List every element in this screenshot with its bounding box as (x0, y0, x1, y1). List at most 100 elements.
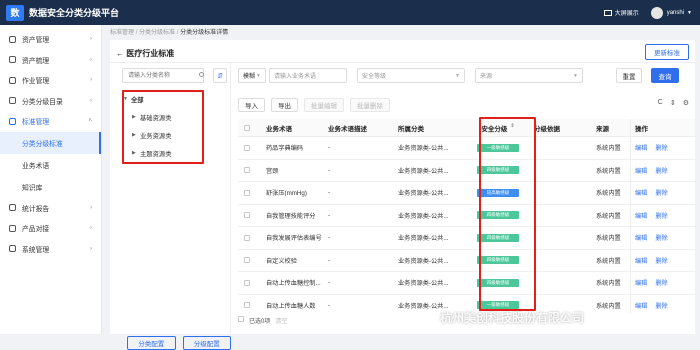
refresh-icon[interactable]: C (658, 99, 663, 107)
table-row[interactable]: 自我管理技能评分 - 业务资源类-公共... 四级敏感级 - 系统内置 编辑 删除 (238, 204, 695, 227)
match-mode-select[interactable]: 模糊 ▼ (238, 68, 266, 83)
select-all-checkbox[interactable] (244, 124, 250, 131)
edit-link[interactable]: 编辑 (635, 278, 647, 287)
sidebar-item-label: 作业管理 (22, 78, 50, 86)
delete-link[interactable]: 删除 (655, 143, 667, 152)
delete-link[interactable]: 删除 (655, 256, 667, 265)
footer-checkbox[interactable] (238, 316, 244, 322)
sidebar-item-label: 资产梳理 (22, 57, 50, 65)
export-button[interactable]: 导出 (271, 98, 298, 112)
row-checkbox[interactable] (244, 167, 250, 174)
sidebar-item-asset-sorting[interactable]: 资产梳理 › (0, 50, 101, 71)
cell-term: 自定义校验 (266, 257, 297, 265)
level-select[interactable]: 安全等级 ▼ (357, 68, 465, 83)
row-checkbox[interactable] (244, 189, 250, 196)
row-checkbox[interactable] (244, 144, 250, 151)
delete-link[interactable]: 删除 (655, 233, 667, 242)
chevron-down-icon[interactable]: ▼ (687, 10, 692, 16)
cell-term: 舒张压(mmHg) (266, 190, 307, 198)
sidebar-item-catalog[interactable]: 分类分级目录 › (0, 91, 101, 112)
sidebar-item-job-management[interactable]: 作业管理 › (0, 70, 101, 91)
row-checkbox[interactable] (244, 234, 250, 241)
table-row[interactable]: 舒张压(mmHg) - 业务资源类-公共... 较高敏感级 - 系统内置 编辑 删除 (238, 182, 695, 205)
sort-icon[interactable]: ⇵ (213, 68, 227, 83)
batch-delete-button[interactable]: 批量删除 (350, 98, 390, 112)
classify-config-button[interactable]: 分类配置 (127, 336, 176, 350)
cell-class: 业务资源类-公共... (398, 235, 449, 243)
cell-source: 系统内置 (596, 257, 621, 265)
cell-desc: - (328, 189, 331, 197)
username[interactable]: yanshi (667, 10, 684, 16)
batch-edit-button[interactable]: 批量编辑 (304, 98, 344, 112)
edit-link[interactable]: 编辑 (635, 256, 647, 265)
table-row[interactable]: 自动上传血糖控制... - 业务资源类-公共... 四级敏感级 - 系统内置 编辑 删除 (238, 272, 695, 295)
cell-basis: - (534, 189, 537, 197)
column-height-icon[interactable]: ⇕ (670, 99, 676, 107)
delete-link[interactable]: 删除 (655, 211, 667, 220)
update-standard-button[interactable]: 更新标准 (645, 44, 689, 60)
sidebar-subitem-knowledge-base[interactable]: 知识库 (0, 176, 101, 198)
cell-desc: - (328, 234, 331, 242)
row-checkbox[interactable] (244, 257, 250, 264)
import-button[interactable]: 导入 (238, 98, 265, 112)
sidebar-item-reports[interactable]: 统计报告 › (0, 198, 101, 219)
cell-basis: - (534, 211, 537, 219)
term-search-input[interactable]: 请输入业务术语 (269, 68, 347, 83)
sidebar-subitem-business-terms[interactable]: 业务术语 (0, 154, 101, 176)
sidebar-subitem-standards[interactable]: 分类分级标准 (0, 131, 101, 154)
reset-button[interactable]: 重置 (616, 68, 642, 83)
sidebar-item-asset-management[interactable]: 资产管理 › (0, 29, 101, 50)
chevron-right-icon: › (90, 56, 92, 63)
search-icon (199, 72, 204, 77)
chevron-up-icon: ˄ (88, 118, 92, 125)
big-screen-link[interactable]: 大屏展示 (615, 8, 639, 17)
cell-source: 系统内置 (596, 235, 621, 243)
column-header-term: 业务术语 (266, 125, 292, 133)
sidebar-item-standard-management[interactable]: 标准管理 ˄ (0, 111, 101, 132)
category-search-input[interactable] (122, 68, 204, 83)
table-footer: 已选0项 清空 (238, 316, 287, 325)
table-row[interactable]: 自我发展评估表编号 - 业务资源类-公共... 四级敏感级 - 系统内置 编辑 删除 (238, 227, 695, 250)
row-checkbox[interactable] (244, 212, 250, 219)
app-logo: 数 (6, 4, 24, 21)
edit-link[interactable]: 编辑 (635, 188, 647, 197)
page-title[interactable]: ← 医疗行业标准 (116, 48, 174, 59)
delete-link[interactable]: 删除 (655, 278, 667, 287)
breadcrumb-item[interactable]: 分类分级标准 (139, 30, 175, 36)
breadcrumb-separator: / (176, 30, 179, 36)
settings-icon[interactable]: ⚙ (683, 99, 689, 107)
delete-link[interactable]: 删除 (655, 166, 667, 175)
table-row[interactable]: 药品字典编码 - 业务资源类-公共... 一级敏感级 - 系统内置 编辑 删除 (238, 137, 695, 160)
cell-source: 系统内置 (596, 145, 621, 153)
breadcrumb-item[interactable]: 标准管理 (110, 30, 134, 36)
row-checkbox[interactable] (244, 279, 250, 286)
edit-link[interactable]: 编辑 (635, 301, 647, 310)
edit-link[interactable]: 编辑 (635, 211, 647, 220)
sidebar-item-integration[interactable]: 产品对接 › (0, 218, 101, 239)
grade-config-button[interactable]: 分级配置 (182, 336, 231, 350)
chevron-right-icon: › (90, 77, 92, 84)
sidebar-item-system[interactable]: 系统管理 › (0, 239, 101, 260)
delete-link[interactable]: 删除 (655, 301, 667, 310)
table-row[interactable]: 宫颈 - 业务资源类-公共... 四级敏感级 - 系统内置 编辑 删除 (238, 159, 695, 182)
row-checkbox[interactable] (244, 302, 250, 309)
highlight-box-tree (122, 90, 204, 164)
breadcrumb: 标准管理 / 分类分级标准 / 分类分级标准详情 (110, 27, 228, 37)
delete-link[interactable]: 删除 (655, 188, 667, 197)
panel-divider (230, 62, 231, 334)
edit-link[interactable]: 编辑 (635, 166, 647, 175)
query-button[interactable]: 查询 (651, 68, 679, 83)
table-row[interactable]: 自定义校验 - 业务资源类-公共... 四级敏感级 - 系统内置 编辑 删除 (238, 249, 695, 272)
top-right: 大屏展示 yanshi ▼ (603, 0, 692, 25)
table-toolbar: 导入 导出 批量编辑 批量删除 (238, 98, 390, 112)
clear-selection-link[interactable]: 清空 (275, 316, 287, 325)
source-select[interactable]: 来源 ▼ (475, 68, 583, 83)
screen-icon[interactable] (603, 9, 612, 16)
sidebar-item-label: 统计报告 (22, 205, 50, 213)
edit-link[interactable]: 编辑 (635, 143, 647, 152)
sidebar-item-label: 标准管理 (22, 119, 50, 127)
filter-bar: 模糊 ▼ 请输入业务术语 安全等级 ▼ 来源 ▼ (238, 68, 583, 83)
avatar[interactable] (650, 6, 663, 19)
cell-ops: 编辑 删除 (630, 182, 674, 204)
edit-link[interactable]: 编辑 (635, 233, 647, 242)
